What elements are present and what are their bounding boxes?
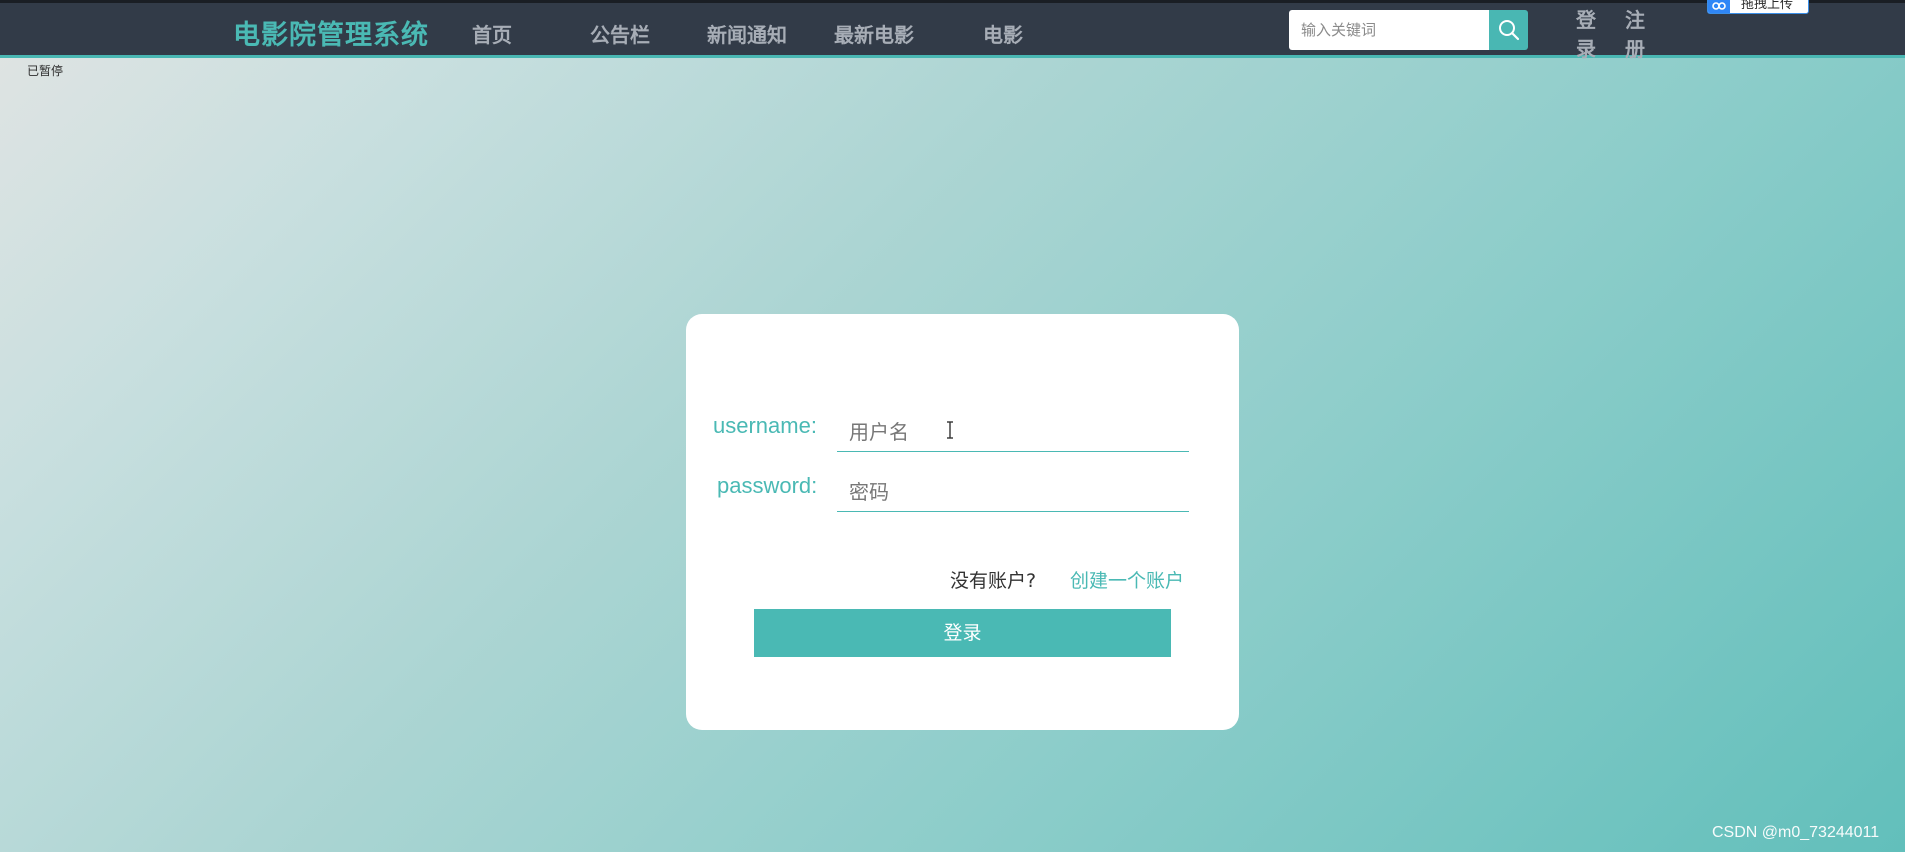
nav-item-news[interactable]: 新闻通知 <box>707 19 787 48</box>
password-field[interactable] <box>837 472 1189 512</box>
no-account-text: 没有账户? <box>950 570 1037 592</box>
username-field[interactable] <box>837 412 1189 452</box>
login-link[interactable]: 登录 <box>1574 6 1598 64</box>
login-card: username: password: 没有账户? 创建一个账户 登录 <box>686 314 1239 730</box>
upload-badge-label: 拖拽上传 <box>1741 0 1794 12</box>
register-link[interactable]: 注册 <box>1623 6 1647 64</box>
pause-indicator: 已暂停 <box>27 64 64 78</box>
top-navbar: 电影院管理系统 首页 公告栏 新闻通知 最新电影 电影 登录 注册 <box>0 0 1905 61</box>
nav-item-home[interactable]: 首页 <box>472 19 512 48</box>
csdn-watermark: CSDN @m0_73244011 <box>1712 824 1880 841</box>
password-label: password: <box>717 473 818 498</box>
search-icon <box>1499 20 1520 41</box>
login-button[interactable]: 登录 <box>754 609 1171 657</box>
nav-item-latest-movies[interactable]: 最新电影 <box>834 19 914 48</box>
cloud-icon <box>1708 0 1730 13</box>
text-cursor-icon <box>947 421 953 439</box>
nav-item-announcements[interactable]: 公告栏 <box>590 19 650 48</box>
search-button[interactable] <box>1489 10 1528 50</box>
create-account-link[interactable]: 创建一个账户 <box>1070 566 1184 593</box>
username-label: username: <box>713 413 817 438</box>
nav-item-movies[interactable]: 电影 <box>983 19 1023 48</box>
search-input[interactable] <box>1289 10 1489 50</box>
site-brand[interactable]: 电影院管理系统 <box>233 13 429 52</box>
upload-badge[interactable]: 拖拽上传 <box>1707 0 1809 14</box>
